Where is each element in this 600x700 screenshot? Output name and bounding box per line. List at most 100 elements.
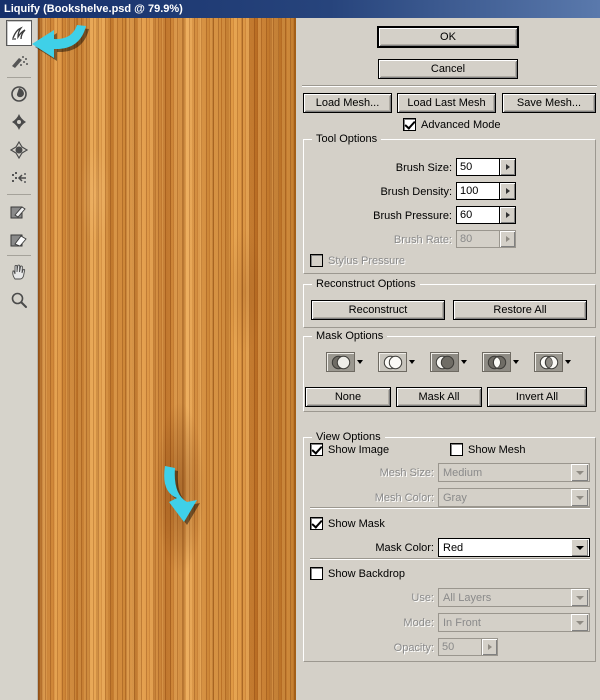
mask-add-to-selection-dropdown[interactable] [378,352,415,372]
backdrop-mode-value: In Front [443,616,481,629]
mask-none-button[interactable]: None [305,387,391,407]
brush-size-value[interactable]: 50 [457,159,499,175]
backdrop-opacity-value: 50 [442,641,455,653]
brush-density-popup-arrow[interactable] [499,183,515,199]
backdrop-opacity-popup-arrow [481,639,497,655]
show-image-label: Show Image [328,443,390,456]
show-mesh-label: Show Mesh [468,443,526,456]
liquify-toolbar [0,18,38,700]
brush-size-popup-arrow[interactable] [499,159,515,175]
mask-options-title: Mask Options [312,330,388,342]
reconstruct-tool[interactable] [6,48,32,74]
forward-warp-tool[interactable] [5,20,32,46]
tool-options-title: Tool Options [312,133,382,145]
mask-subtract-from-selection-dropdown[interactable] [430,352,467,372]
pucker-tool[interactable] [6,109,32,135]
zoom-tool[interactable] [6,287,32,313]
show-backdrop-label: Show Backdrop [328,567,406,580]
mask-invert-all-button[interactable]: Invert All [487,387,587,407]
stylus-pressure-checkbox-box [310,254,323,267]
toolbar-divider [6,194,31,195]
show-mesh-checkbox-box[interactable] [450,443,463,456]
mask-color-value[interactable]: Red [439,542,571,554]
advanced-mode-checkbox[interactable]: Advanced Mode [403,118,501,131]
view-options-divider [310,507,590,509]
load-mesh-button[interactable]: Load Mesh... [303,93,392,113]
brush-rate-popup-arrow [499,231,515,247]
mask-replace-selection-chevron-down-icon[interactable] [357,360,363,364]
advanced-mode-checkbox-box[interactable] [403,118,416,131]
mask-color-select[interactable]: Red [438,538,590,557]
mesh-color-value: Gray [443,491,467,504]
brush-density-stepper[interactable]: 100 [456,182,516,200]
image-preview-canvas[interactable] [38,18,296,700]
twirl-clockwise-tool[interactable] [6,81,32,107]
view-options-title: View Options [312,431,385,443]
mask-invert-selection-chevron-down-icon[interactable] [565,360,571,364]
brush-rate-stepper: 80 [456,230,516,248]
mesh-size-chevron-down-icon [571,464,588,481]
brush-size-label: Brush Size: [395,162,452,174]
show-mesh-checkbox[interactable]: Show Mesh [450,443,525,456]
mask-replace-selection-icon[interactable] [326,352,355,372]
brush-pressure-label: Brush Pressure: [373,210,452,222]
thaw-mask-tool[interactable] [6,226,32,252]
brush-size-stepper[interactable]: 50 [456,158,516,176]
freeze-mask-tool[interactable] [6,198,32,224]
mask-invert-selection-dropdown[interactable] [534,352,571,372]
bloat-tool[interactable] [6,137,32,163]
backdrop-use-chevron-down-icon [571,589,588,606]
show-image-checkbox-box[interactable] [310,443,323,456]
brush-rate-label: Brush Rate: [393,234,452,246]
reconstruct-options-title: Reconstruct Options [312,278,420,290]
save-mesh-button[interactable]: Save Mesh... [502,93,596,113]
mesh-color-select: Gray [438,488,590,507]
backdrop-opacity-label: Opacity: [393,642,434,654]
panel-divider [302,85,597,87]
mask-intersect-with-selection-icon[interactable] [482,352,511,372]
show-mask-checkbox[interactable]: Show Mask [310,517,385,530]
cancel-button[interactable]: Cancel [378,59,518,79]
mask-color-chevron-down-icon[interactable] [571,539,588,556]
show-mask-checkbox-box[interactable] [310,517,323,530]
show-backdrop-checkbox-box[interactable] [310,567,323,580]
mask-add-to-selection-icon[interactable] [378,352,407,372]
show-image-checkbox[interactable]: Show Image [310,443,389,456]
wood-texture-preview [38,18,296,700]
mask-intersect-with-selection-chevron-down-icon[interactable] [513,360,519,364]
mesh-size-label: Mesh Size: [379,467,434,479]
mask-subtract-from-selection-chevron-down-icon[interactable] [461,360,467,364]
liquify-dialog: Liquify (Bookshelve.psd @ 79.9%) OK Canc… [0,0,600,700]
hand-tool[interactable] [6,259,32,285]
mask-add-to-selection-chevron-down-icon[interactable] [409,360,415,364]
load-last-mesh-button[interactable]: Load Last Mesh [397,93,496,113]
canvas-right-edge [294,18,296,700]
window-title: Liquify (Bookshelve.psd @ 79.9%) [4,3,183,15]
mesh-size-value: Medium [443,466,483,479]
brush-rate-value: 80 [460,233,473,245]
mask-subtract-from-selection-icon[interactable] [430,352,459,372]
reconstruct-button[interactable]: Reconstruct [311,300,445,320]
show-mask-label: Show Mask [328,517,385,530]
window-title-bar: Liquify (Bookshelve.psd @ 79.9%) [0,0,600,18]
restore-all-button[interactable]: Restore All [453,300,587,320]
mask-all-button[interactable]: Mask All [396,387,482,407]
mask-intersect-with-selection-dropdown[interactable] [482,352,519,372]
backdrop-mode-label: Mode: [403,617,434,629]
mask-replace-selection-dropdown[interactable] [326,352,363,372]
mask-invert-selection-icon[interactable] [534,352,563,372]
brush-pressure-popup-arrow[interactable] [499,207,515,223]
mesh-color-chevron-down-icon [571,489,588,506]
brush-pressure-stepper[interactable]: 60 [456,206,516,224]
ok-button[interactable]: OK [378,27,518,47]
brush-density-value[interactable]: 100 [457,183,499,199]
show-backdrop-checkbox[interactable]: Show Backdrop [310,567,405,580]
backdrop-use-select: All Layers [438,588,590,607]
backdrop-use-label: Use: [411,592,434,604]
brush-pressure-value[interactable]: 60 [457,207,499,223]
stylus-pressure-label: Stylus Pressure [328,254,406,267]
backdrop-use-value: All Layers [443,591,492,604]
backdrop-mode-select: In Front [438,613,590,632]
push-left-tool[interactable] [6,165,32,191]
toolbar-divider [6,77,31,78]
